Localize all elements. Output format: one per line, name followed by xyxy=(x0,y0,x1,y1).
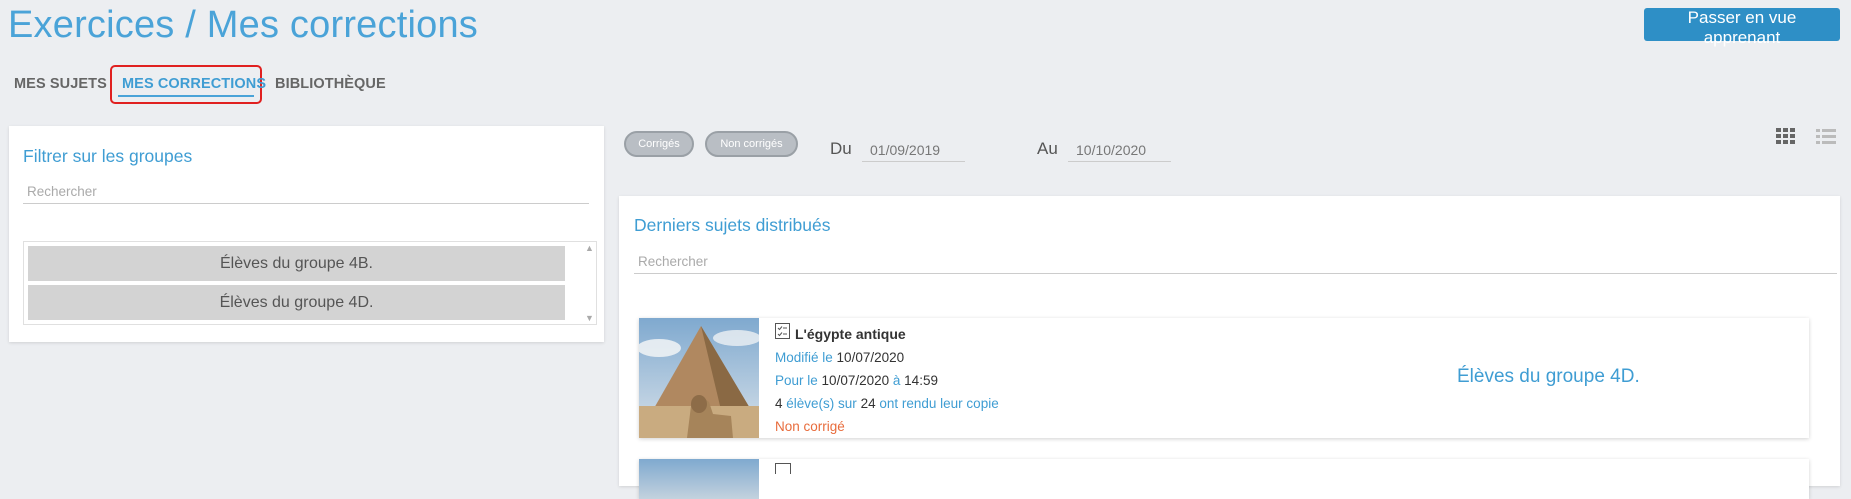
page-title: Exercices / Mes corrections xyxy=(8,4,478,46)
submitted-label: ont rendu leur copie xyxy=(879,396,999,411)
due-label: Pour le xyxy=(775,373,818,388)
date-from-input[interactable] xyxy=(862,138,965,162)
subject-thumbnail-image xyxy=(639,459,759,499)
active-tab-underline xyxy=(118,95,254,97)
date-to-label: Au xyxy=(1037,139,1058,158)
quiz-list-icon xyxy=(775,323,790,346)
subject-status: Non corrigé xyxy=(775,419,845,434)
submitted-count: 4 xyxy=(775,396,783,411)
switch-learner-view-button[interactable]: Passer en vue apprenant xyxy=(1644,8,1840,47)
subjects-panel: Derniers sujets distribués Rechercher L'… xyxy=(619,196,1840,499)
total-count: 24 xyxy=(860,396,876,411)
date-from-label: Du xyxy=(830,139,852,158)
due-at-label: à xyxy=(892,373,901,388)
subject-info: L'égypte antique Modifié le 10/07/2020 P… xyxy=(775,323,999,438)
due-date: 10/07/2020 xyxy=(821,373,890,388)
modified-label: Modifié le xyxy=(775,350,833,365)
group-list: Élèves du groupe 4B. Élèves du groupe 4D… xyxy=(23,241,597,325)
date-to-input[interactable] xyxy=(1068,138,1171,162)
scroll-up-icon[interactable]: ▲ xyxy=(585,243,594,253)
subject-submissions-row: 4 élève(s) sur 24 ont rendu leur copie xyxy=(775,392,999,415)
students-of-label: élève(s) sur xyxy=(786,396,857,411)
subject-group: Élèves du groupe 4D. xyxy=(1457,366,1640,387)
quiz-list-icon xyxy=(775,463,791,474)
subject-thumbnail-image xyxy=(639,318,759,438)
tab-mes-corrections-label: MES CORRECTIONS xyxy=(122,76,267,92)
tab-mes-sujets[interactable]: MES SUJETS xyxy=(14,76,107,92)
group-filter-title: Filtrer sur les groupes xyxy=(23,146,193,166)
subject-title-row: L'égypte antique xyxy=(775,323,999,346)
tab-bibliotheque[interactable]: BIBLIOTHÈQUE xyxy=(275,76,386,92)
group-item-4b[interactable]: Élèves du groupe 4B. xyxy=(28,246,565,281)
group-filter-panel: Filtrer sur les groupes Élèves du groupe… xyxy=(9,126,604,342)
list-view-icon[interactable] xyxy=(1816,128,1836,150)
subject-card-next[interactable] xyxy=(639,459,1809,499)
subject-title: L'égypte antique xyxy=(795,326,906,342)
scroll-down-icon[interactable]: ▼ xyxy=(585,313,594,323)
modified-date: 10/07/2020 xyxy=(836,350,905,365)
subject-search-input[interactable] xyxy=(634,250,1837,274)
grid-view-icon[interactable] xyxy=(1776,128,1796,150)
subject-due-row: Pour le 10/07/2020 à 14:59 xyxy=(775,369,999,392)
subject-modified-row: Modifié le 10/07/2020 xyxy=(775,346,999,369)
group-search-input[interactable] xyxy=(23,180,589,204)
group-list-scrollbar[interactable]: ▲ ▼ xyxy=(583,243,595,323)
group-item-4d[interactable]: Élèves du groupe 4D. xyxy=(28,285,565,320)
subjects-title: Derniers sujets distribués xyxy=(634,215,831,235)
filter-uncorrected-pill[interactable]: Non corrigés xyxy=(705,131,798,157)
subject-card[interactable]: L'égypte antique Modifié le 10/07/2020 P… xyxy=(639,318,1809,438)
filter-corrected-pill[interactable]: Corrigés xyxy=(624,131,694,157)
due-time: 14:59 xyxy=(904,373,938,388)
tab-mes-corrections[interactable]: MES CORRECTIONS xyxy=(110,65,266,104)
